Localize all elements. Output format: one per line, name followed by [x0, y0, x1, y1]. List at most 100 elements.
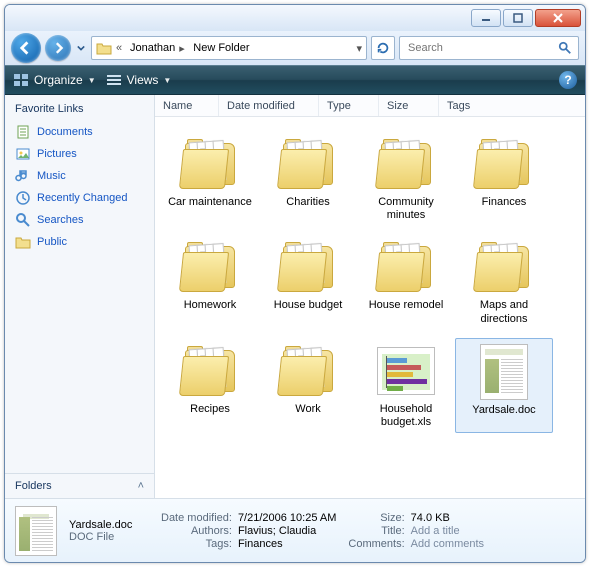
file-item[interactable]: Finances	[455, 131, 553, 226]
minimize-button[interactable]	[471, 9, 501, 27]
back-button[interactable]	[11, 33, 41, 63]
file-item[interactable]: House budget	[259, 234, 357, 329]
folders-label: Folders	[15, 480, 52, 492]
organize-button[interactable]: Organize ▼	[13, 73, 96, 87]
folder-icon	[371, 135, 441, 193]
sidebar-item-label: Searches	[37, 214, 83, 226]
label-authors: Authors:	[161, 525, 232, 537]
value-tags: Finances	[238, 538, 336, 550]
search-input[interactable]	[406, 41, 552, 55]
sidebar-item-pictures[interactable]: Pictures	[13, 143, 146, 165]
views-label: Views	[127, 73, 159, 87]
file-item[interactable]: Community minutes	[357, 131, 455, 226]
sidebar-item-label: Pictures	[37, 148, 77, 160]
folder-icon	[175, 135, 245, 193]
organize-icon	[13, 73, 29, 87]
main: Name Date modified Type Size Tags Car ma…	[155, 95, 585, 498]
folder-icon	[371, 238, 441, 296]
folder-icon	[273, 342, 343, 400]
address-dropdown[interactable]: ▾	[356, 42, 362, 55]
label-size: Size:	[348, 512, 404, 524]
folder-icon	[175, 342, 245, 400]
titlebar	[5, 5, 585, 31]
chevron-right-icon: ▸	[179, 42, 189, 55]
help-button[interactable]: ?	[559, 71, 577, 89]
maximize-button[interactable]	[503, 9, 533, 27]
favorite-links: Documents Pictures Music Recently Changed Se…	[5, 119, 154, 259]
details-kv-2: Size: 74.0 KB Title: Add a title Comment…	[348, 512, 484, 550]
folders-pane-header[interactable]: Folders ˄	[5, 473, 154, 498]
file-item[interactable]: Maps and directions	[455, 234, 553, 329]
sidebar-item-label: Recently Changed	[37, 192, 128, 204]
column-headers: Name Date modified Type Size Tags	[155, 95, 585, 117]
sidebar-header: Favorite Links	[5, 95, 154, 119]
value-title[interactable]: Add a title	[411, 525, 484, 537]
value-authors: Flavius; Claudia	[238, 525, 336, 537]
organize-label: Organize	[34, 73, 83, 87]
nav-recent-dropdown[interactable]	[75, 44, 87, 52]
folder-icon	[175, 238, 245, 296]
col-type[interactable]: Type	[319, 95, 379, 116]
details-filename: Yardsale.doc	[69, 519, 149, 531]
refresh-button[interactable]	[371, 36, 395, 60]
views-button[interactable]: Views ▼	[106, 73, 172, 87]
nav-row: « Jonathan ▸ New Folder ▾	[5, 31, 585, 65]
link-icon	[15, 168, 31, 184]
file-item-label: Work	[295, 403, 320, 416]
close-button[interactable]	[535, 9, 581, 27]
sidebar-item-music[interactable]: Music	[13, 165, 146, 187]
command-bar: Organize ▼ Views ▼ ?	[5, 65, 585, 95]
link-icon	[15, 212, 31, 228]
folder-icon	[273, 238, 343, 296]
search-box[interactable]	[399, 36, 579, 60]
value-comments[interactable]: Add comments	[411, 538, 484, 550]
chevron-down-icon: ▼	[88, 76, 96, 85]
views-icon	[106, 73, 122, 87]
file-item-label: Homework	[184, 299, 237, 312]
file-item[interactable]: Charities	[259, 131, 357, 226]
doc-thumbnail	[469, 343, 539, 401]
file-item[interactable]: Yardsale.doc	[455, 338, 553, 433]
sidebar-item-documents[interactable]: Documents	[13, 121, 146, 143]
address-bar[interactable]: « Jonathan ▸ New Folder ▾	[91, 36, 367, 60]
sidebar-item-recently-changed[interactable]: Recently Changed	[13, 187, 146, 209]
link-icon	[15, 146, 31, 162]
xls-thumbnail	[371, 342, 441, 400]
col-date[interactable]: Date modified	[219, 95, 319, 116]
sidebar-item-public[interactable]: Public	[13, 231, 146, 253]
folder-icon	[273, 135, 343, 193]
folder-icon	[96, 41, 112, 55]
body: Favorite Links Documents Pictures Music Rec…	[5, 95, 585, 498]
col-size[interactable]: Size	[379, 95, 439, 116]
details-filetype: DOC File	[69, 531, 149, 543]
col-name[interactable]: Name	[155, 95, 219, 116]
link-icon	[15, 190, 31, 206]
file-item-label: Recipes	[190, 403, 230, 416]
value-size: 74.0 KB	[411, 512, 484, 524]
file-item[interactable]: House remodel	[357, 234, 455, 329]
file-item-label: Yardsale.doc	[472, 404, 535, 417]
file-item[interactable]: Homework	[161, 234, 259, 329]
file-item-label: House budget	[274, 299, 343, 312]
forward-button[interactable]	[45, 35, 71, 61]
file-item[interactable]: Car maintenance	[161, 131, 259, 226]
col-tags[interactable]: Tags	[439, 95, 585, 116]
folder-icon	[469, 238, 539, 296]
chevron-left-icon[interactable]: «	[116, 42, 126, 54]
chevron-up-icon: ˄	[138, 480, 144, 492]
file-item[interactable]: Work	[259, 338, 357, 433]
file-item-label: Community minutes	[359, 196, 453, 222]
label-date-modified: Date modified:	[161, 512, 232, 524]
sidebar: Favorite Links Documents Pictures Music Rec…	[5, 95, 155, 498]
search-icon	[558, 41, 572, 55]
sidebar-item-label: Public	[37, 236, 67, 248]
sidebar-item-searches[interactable]: Searches	[13, 209, 146, 231]
file-item[interactable]: Household budget.xls	[357, 338, 455, 433]
breadcrumb-seg-2[interactable]: New Folder	[193, 42, 249, 54]
file-grid[interactable]: Car maintenanceCharitiesCommunity minute…	[155, 117, 585, 498]
details-thumbnail	[15, 506, 57, 556]
explorer-window: « Jonathan ▸ New Folder ▾ Organize ▼	[4, 4, 586, 563]
breadcrumb-seg-1[interactable]: Jonathan	[130, 42, 175, 54]
file-item[interactable]: Recipes	[161, 338, 259, 433]
details-name-block: Yardsale.doc DOC File	[69, 519, 149, 543]
